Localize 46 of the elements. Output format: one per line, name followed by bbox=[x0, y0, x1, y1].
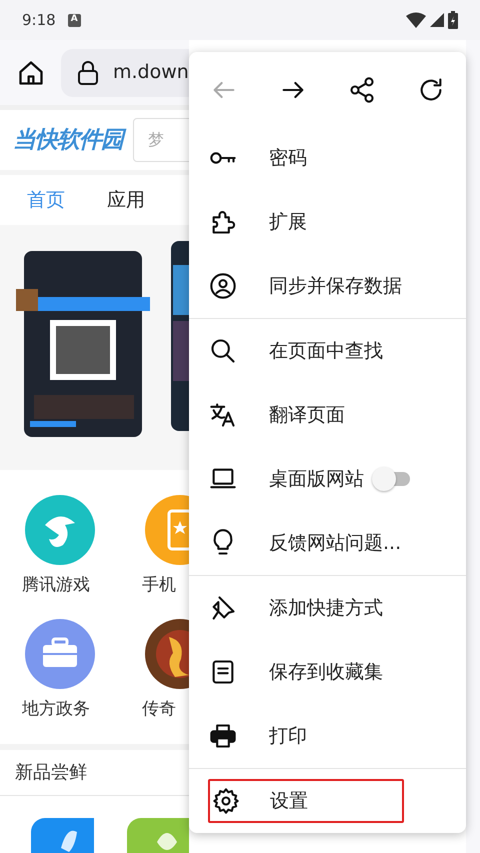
category-label[interactable]: 地方政务 bbox=[22, 696, 90, 722]
share-icon[interactable] bbox=[348, 76, 376, 104]
category-label[interactable]: 传奇 bbox=[142, 696, 176, 722]
search-placeholder: 梦 bbox=[148, 129, 164, 151]
menu-label: 打印 bbox=[269, 724, 307, 749]
printer-icon bbox=[209, 722, 237, 750]
menu-item[interactable]: 在页面中查找 bbox=[189, 319, 466, 383]
translate-icon bbox=[209, 401, 237, 429]
menu-label: 在页面中查找 bbox=[269, 338, 383, 364]
menu-label: 添加快捷方式 bbox=[269, 596, 383, 621]
home-icon[interactable] bbox=[17, 58, 45, 86]
section-title: 新品尝鲜 bbox=[15, 761, 87, 785]
menu-item[interactable]: 密码 bbox=[189, 126, 466, 190]
menu-label: 翻译页面 bbox=[269, 402, 345, 428]
menu-item[interactable]: 打印 bbox=[189, 704, 466, 768]
status-time: 9:18 bbox=[22, 10, 56, 31]
menu-label: 扩展 bbox=[269, 210, 307, 235]
menu-item[interactable]: 同步并保存数据 bbox=[189, 254, 466, 318]
fish-icon[interactable] bbox=[25, 495, 95, 565]
menu-label: 同步并保存数据 bbox=[269, 274, 402, 299]
menu-label: 保存到收藏集 bbox=[269, 660, 383, 685]
menu-label: 设置 bbox=[270, 788, 308, 814]
wifi-icon bbox=[406, 12, 426, 28]
signal-icon bbox=[430, 13, 444, 27]
menu-label: 密码 bbox=[269, 146, 307, 171]
address-bar[interactable]: m.down bbox=[61, 48, 189, 96]
account-icon bbox=[209, 272, 237, 300]
menu-label: 反馈网站问题... bbox=[269, 530, 402, 556]
menu-item[interactable]: 反馈网站问题... bbox=[189, 511, 466, 575]
settings-icon bbox=[212, 787, 240, 815]
menu-item[interactable]: 翻译页面 bbox=[189, 383, 466, 447]
menu-item[interactable]: 桌面版网站 bbox=[189, 447, 466, 511]
category-label[interactable]: 腾讯游戏 bbox=[22, 573, 90, 598]
notification-icon: A bbox=[68, 14, 81, 26]
menu-item[interactable]: 保存到收藏集 bbox=[189, 640, 466, 704]
category-label[interactable]: 手机 bbox=[142, 573, 176, 598]
lock-icon bbox=[77, 60, 99, 86]
menu-item[interactable]: 添加快捷方式 bbox=[189, 576, 466, 640]
briefcase-icon[interactable] bbox=[25, 618, 95, 688]
url-text: m.down bbox=[113, 60, 189, 86]
battery-icon bbox=[448, 11, 458, 29]
nav-tab[interactable]: 应用 bbox=[107, 186, 145, 214]
menu-item[interactable]: 扩展 bbox=[189, 190, 466, 254]
menu-item[interactable]: 设置 bbox=[208, 779, 404, 823]
search-icon bbox=[209, 337, 237, 365]
menu-label: 桌面版网站 bbox=[269, 466, 364, 492]
